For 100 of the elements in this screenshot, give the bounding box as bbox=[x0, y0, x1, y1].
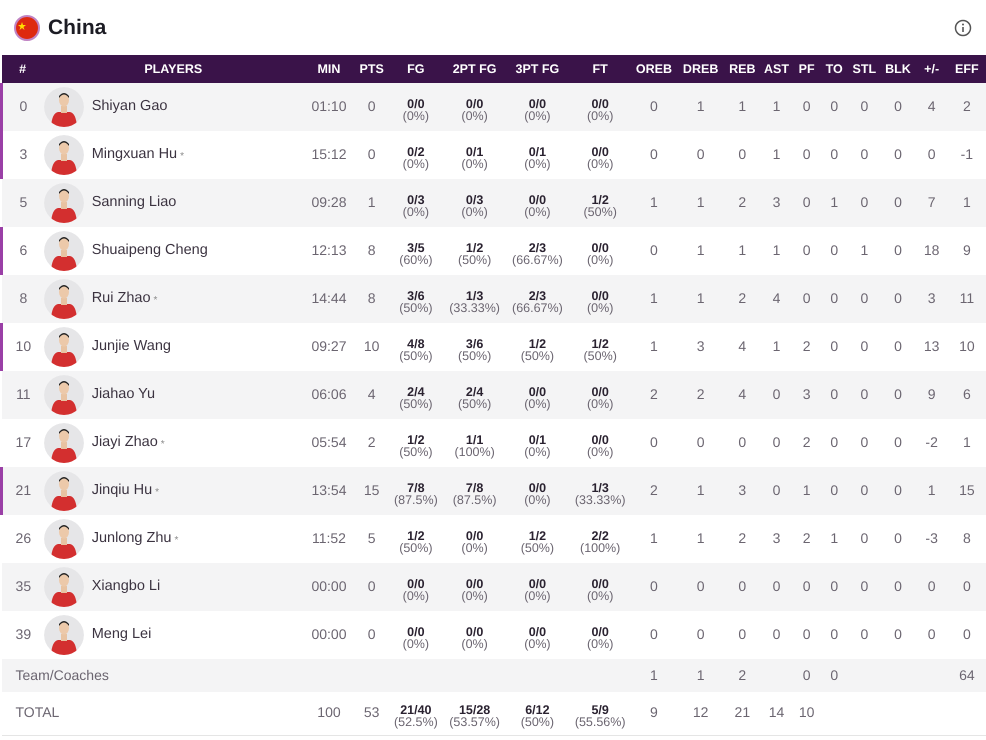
stat-cell: 0 bbox=[696, 146, 705, 162]
shooting-cell: 1/2 (50%) bbox=[399, 434, 433, 458]
shooting-cell: 0/0 (0%) bbox=[524, 482, 551, 506]
stat-cell: 15:12 bbox=[311, 146, 346, 162]
stat-cell: 0 bbox=[650, 578, 658, 594]
shooting-cell: 0/0 (0%) bbox=[524, 98, 551, 122]
flag-icon bbox=[14, 14, 40, 40]
jersey-number: 17 bbox=[16, 434, 32, 450]
shooting-cell: 7/8 (87.5%) bbox=[394, 482, 438, 506]
column-header[interactable]: STL bbox=[852, 62, 876, 76]
stat-cell: 12:13 bbox=[311, 242, 346, 258]
column-header[interactable]: FG bbox=[407, 62, 425, 76]
player-name[interactable]: Junlong Zhu bbox=[92, 528, 172, 550]
player-name[interactable]: Xiangbo Li bbox=[92, 576, 160, 598]
player-name[interactable]: Shuaipeng Cheng bbox=[92, 240, 208, 262]
stat-cell: 0 bbox=[860, 626, 868, 642]
stat-cell: 2 bbox=[650, 386, 658, 402]
player-name[interactable]: Jiayi Zhao bbox=[92, 432, 158, 454]
player-name[interactable]: Meng Lei bbox=[92, 624, 152, 646]
column-header[interactable]: +/- bbox=[924, 62, 940, 76]
stat-cell: 0 bbox=[368, 626, 376, 642]
column-header[interactable]: DREB bbox=[682, 62, 718, 76]
player-name[interactable]: Mingxuan Hu bbox=[92, 144, 178, 166]
column-header[interactable]: REB bbox=[729, 62, 756, 76]
player-avatar bbox=[44, 183, 84, 223]
stat-cell: 13:54 bbox=[311, 482, 346, 498]
player-name[interactable]: Shiyan Gao bbox=[92, 96, 168, 118]
shooting-cell: 21/40 (52.5%) bbox=[394, 704, 438, 728]
shooting-cell: 1/2 (50%) bbox=[458, 242, 492, 266]
stat-cell: 0 bbox=[802, 194, 810, 210]
shooting-cell: 7/8 (87.5%) bbox=[452, 482, 497, 506]
player-avatar bbox=[44, 135, 84, 175]
jersey-number: 11 bbox=[16, 386, 31, 402]
column-header[interactable]: 3PT FG bbox=[516, 62, 560, 76]
row-label: Team/Coaches bbox=[16, 666, 109, 682]
stat-cell: 2 bbox=[368, 434, 376, 450]
stat-cell: 0 bbox=[860, 194, 868, 210]
shooting-cell: 1/2 (50%) bbox=[520, 530, 554, 554]
stat-cell: 10 bbox=[798, 704, 814, 720]
stat-cell: 0 bbox=[368, 578, 376, 594]
stat-cell: 4 bbox=[738, 386, 746, 402]
column-header[interactable]: PTS bbox=[360, 62, 384, 76]
stat-cell: 1 bbox=[962, 194, 971, 210]
stat-cell: 0 bbox=[738, 578, 746, 594]
stat-cell: 1 bbox=[860, 242, 868, 258]
stat-cell: 00:00 bbox=[311, 626, 346, 642]
player-name[interactable]: Sanning Liao bbox=[92, 192, 176, 214]
player-avatar bbox=[44, 471, 84, 511]
stat-cell: 0 bbox=[894, 530, 902, 546]
column-header[interactable]: MIN bbox=[318, 62, 340, 76]
info-icon[interactable] bbox=[954, 18, 972, 36]
column-header[interactable]: AST bbox=[764, 62, 789, 76]
player-name[interactable]: Junjie Wang bbox=[92, 336, 171, 358]
stat-cell: 0 bbox=[738, 626, 746, 642]
stat-cell: 3 bbox=[802, 386, 810, 402]
stat-cell: 0 bbox=[860, 290, 868, 306]
stat-cell: -2 bbox=[925, 434, 938, 450]
column-header[interactable]: TO bbox=[826, 62, 843, 76]
stat-cell: 0 bbox=[802, 666, 810, 682]
shooting-cell: 1/2 (50%) bbox=[399, 530, 433, 554]
stat-cell: 1 bbox=[650, 290, 658, 306]
column-header[interactable]: PLAYERS bbox=[144, 62, 202, 76]
column-header[interactable]: 2PT FG bbox=[452, 62, 496, 76]
stat-cell: 4 bbox=[928, 98, 936, 114]
shooting-cell: 0/0 (0%) bbox=[586, 290, 614, 314]
shooting-cell: 0/0 (0%) bbox=[586, 578, 614, 602]
shooting-cell: 0/0 (0%) bbox=[586, 386, 614, 410]
jersey-number: 6 bbox=[19, 242, 28, 258]
stat-cell: 2 bbox=[738, 666, 746, 682]
shooting-cell: 1/3 (33.33%) bbox=[574, 482, 626, 506]
player-name[interactable]: Rui Zhao bbox=[92, 288, 151, 310]
stat-cell: 0 bbox=[650, 434, 658, 450]
shooting-cell: 1/2 (50%) bbox=[520, 338, 554, 362]
stat-cell: 4 bbox=[772, 290, 780, 306]
player-name[interactable]: Jinqiu Hu bbox=[92, 480, 152, 502]
stat-cell: 1 bbox=[696, 530, 705, 546]
note-mark: * bbox=[160, 438, 165, 452]
stat-cell: 0 bbox=[860, 98, 868, 114]
player-name[interactable]: Jiahao Yu bbox=[92, 384, 156, 406]
stat-cell: 1 bbox=[696, 194, 705, 210]
column-header[interactable]: FT bbox=[592, 62, 608, 76]
stat-cell: 2 bbox=[738, 290, 746, 306]
stat-cell: 0 bbox=[860, 338, 868, 354]
column-header[interactable]: BLK bbox=[885, 62, 911, 76]
stat-cell: 3 bbox=[772, 530, 780, 546]
shooting-cell: 0/1 (0%) bbox=[461, 146, 488, 170]
column-header[interactable]: PF bbox=[798, 62, 815, 76]
player-avatar bbox=[44, 423, 84, 463]
column-header[interactable]: # bbox=[19, 62, 26, 76]
column-header[interactable]: EFF bbox=[955, 62, 979, 76]
stat-cell: 0 bbox=[860, 386, 868, 402]
stat-cell: 1 bbox=[696, 242, 705, 258]
stat-cell: 0 bbox=[830, 98, 838, 114]
shooting-cell: 0/0 (0%) bbox=[524, 578, 551, 602]
column-header[interactable]: OREB bbox=[636, 62, 672, 76]
jersey-number: 35 bbox=[16, 578, 32, 594]
jersey-number: 5 bbox=[19, 194, 28, 210]
player-avatar bbox=[44, 615, 84, 655]
stat-cell: 0 bbox=[772, 482, 780, 498]
stat-cell: 1 bbox=[830, 530, 838, 546]
